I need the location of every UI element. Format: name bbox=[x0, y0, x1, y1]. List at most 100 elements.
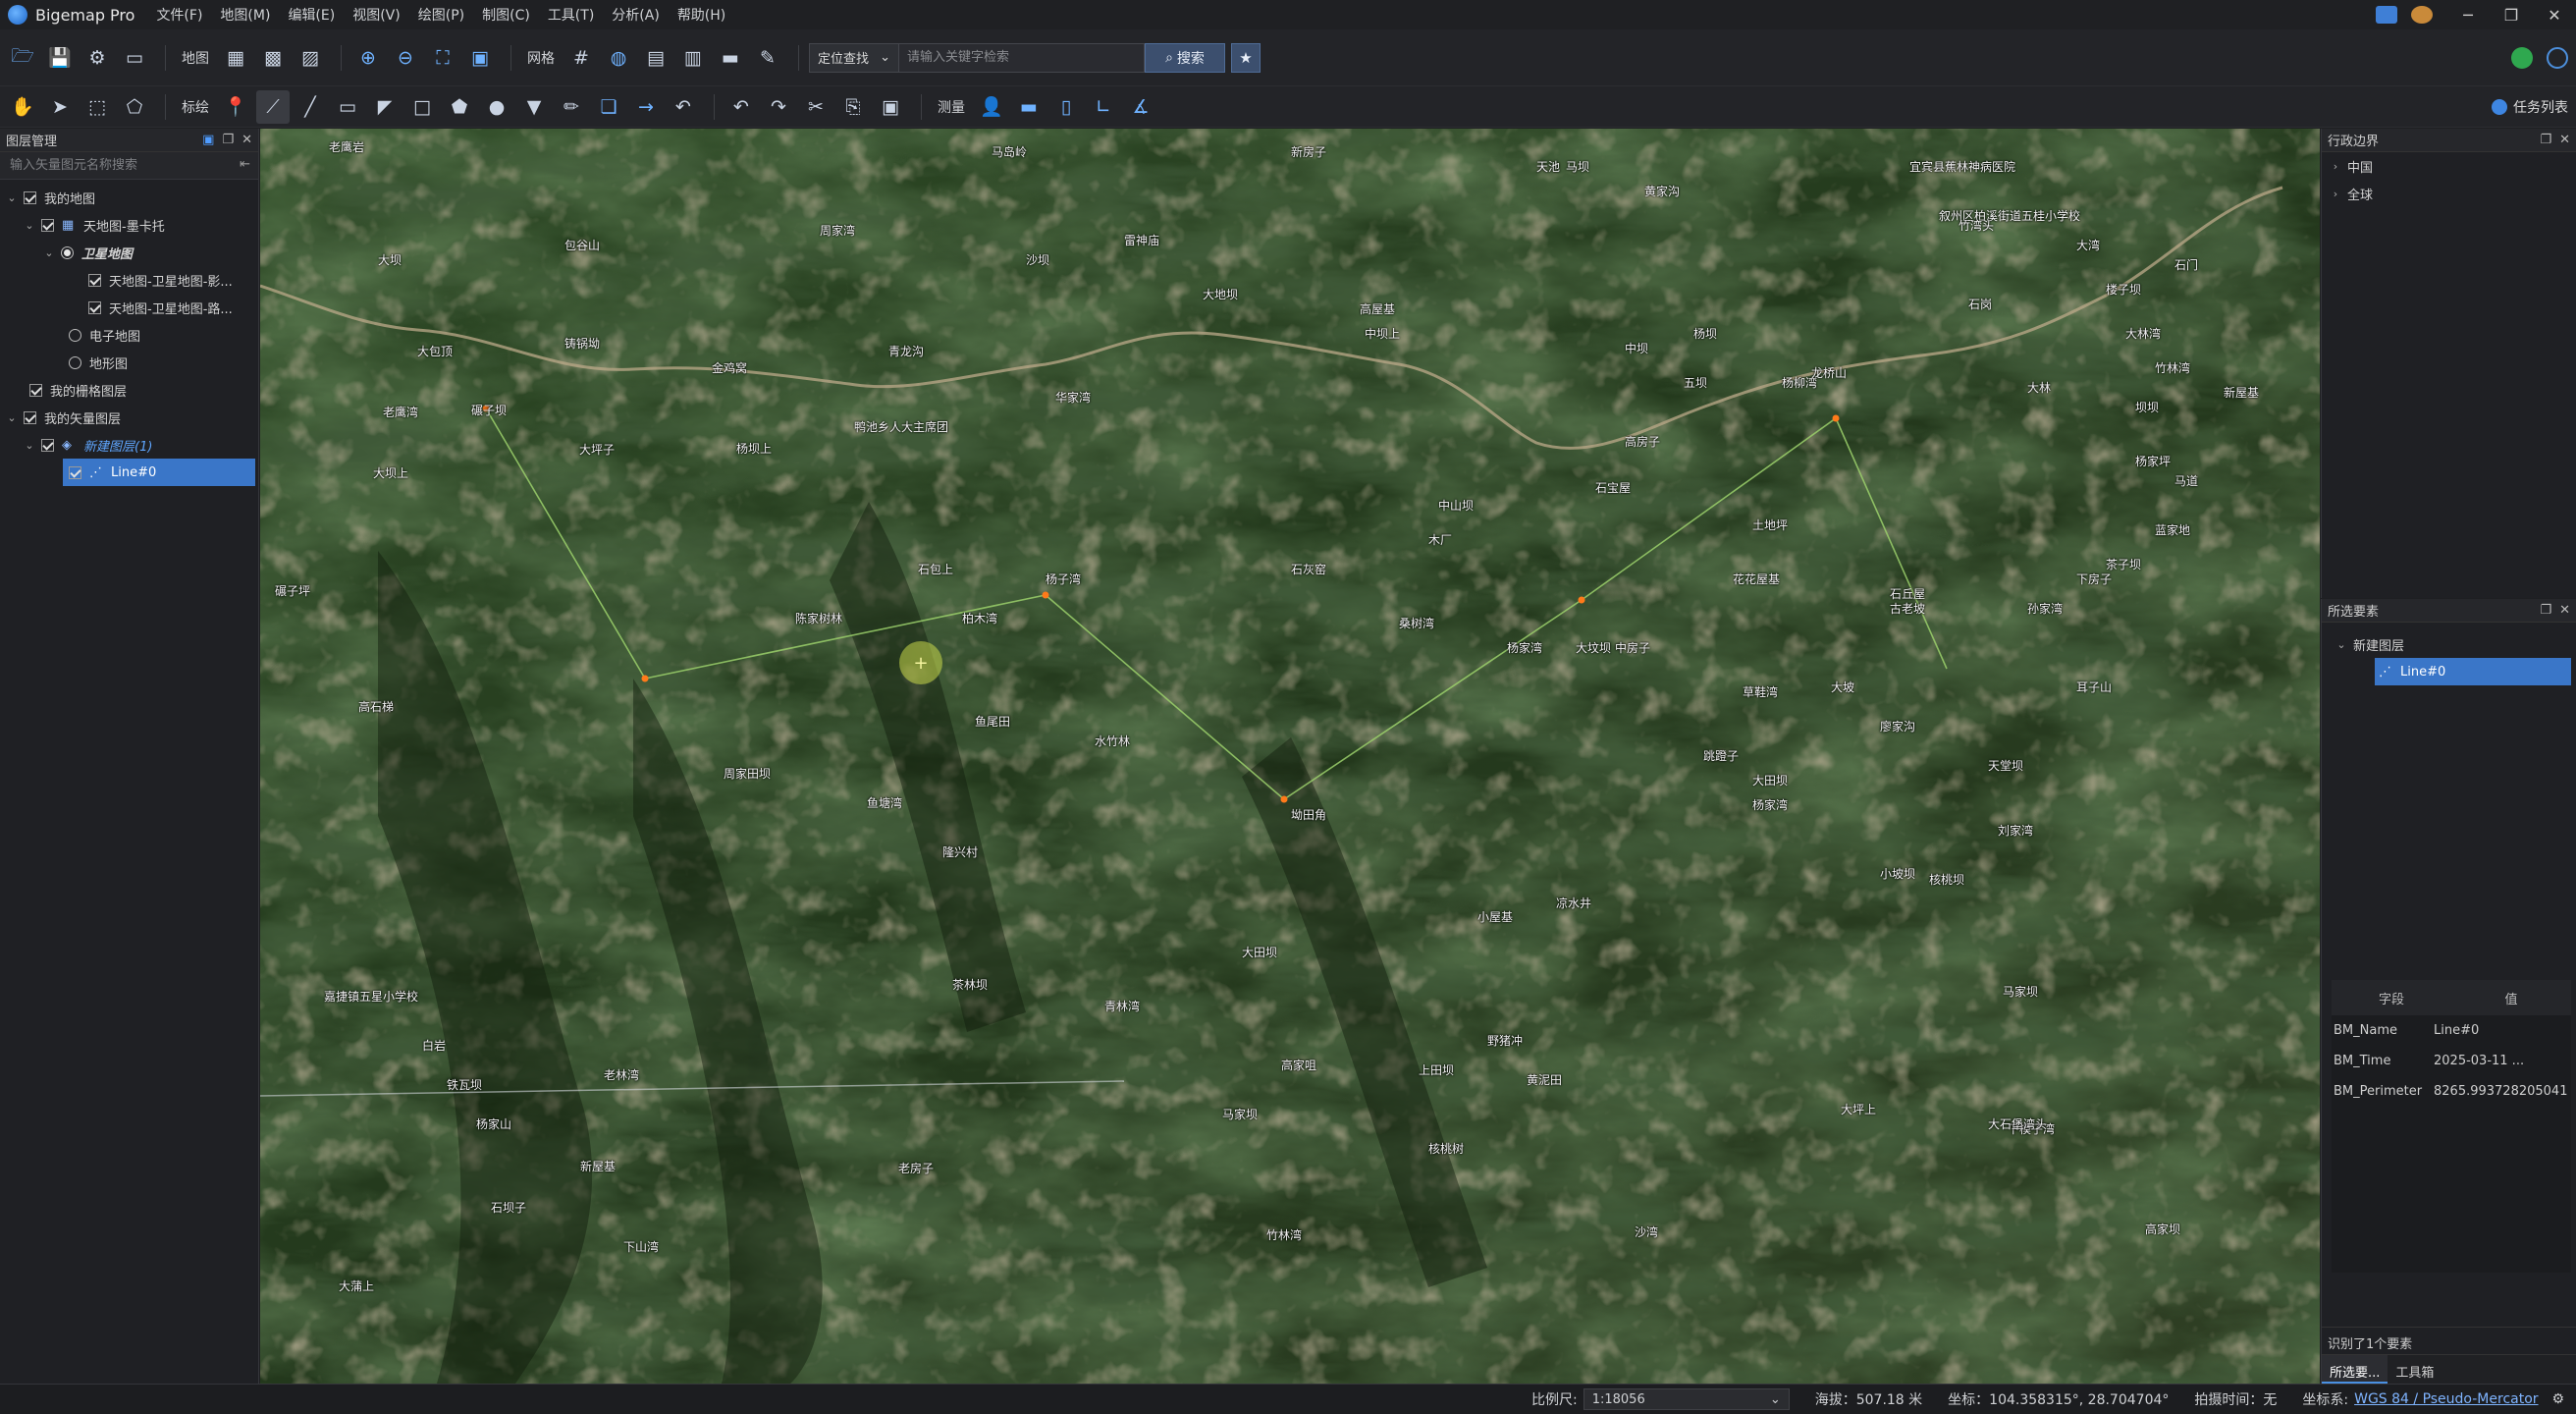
radio-button[interactable] bbox=[69, 355, 81, 369]
menu-map[interactable]: 地图(M) bbox=[220, 5, 270, 25]
selected-feature-row[interactable]: ⋰ Line#0 bbox=[2375, 658, 2571, 685]
layer-search-input[interactable] bbox=[0, 152, 258, 180]
box-select-icon[interactable]: ⬚ bbox=[80, 90, 114, 124]
chevron-down-icon[interactable]: ⌄ bbox=[24, 219, 35, 232]
float-panel-icon[interactable]: ❐ bbox=[2540, 603, 2551, 618]
chevron-down-icon[interactable]: ⌄ bbox=[6, 411, 18, 424]
map-source-3-icon[interactable]: ▨ bbox=[294, 41, 327, 75]
draw-polyline-icon[interactable]: ╱ bbox=[294, 90, 327, 124]
collapse-panel-icon[interactable]: ⇤ bbox=[240, 157, 250, 172]
draw-square-icon[interactable]: □ bbox=[405, 90, 439, 124]
checkbox[interactable] bbox=[24, 410, 36, 424]
scale-select[interactable]: 1:18056 ⌄ bbox=[1583, 1388, 1790, 1410]
measure-angle-icon[interactable]: ∟ bbox=[1087, 90, 1120, 124]
support-icon[interactable] bbox=[2547, 46, 2568, 69]
chevron-right-icon[interactable]: › bbox=[2330, 160, 2341, 173]
grid-icon[interactable]: # bbox=[564, 41, 598, 75]
tree-electronic-map[interactable]: 电子地图 bbox=[0, 321, 258, 349]
tree-tianditu-mercator[interactable]: ⌄ ▦ 天地图-墨卡托 bbox=[0, 211, 258, 239]
chevron-right-icon[interactable]: › bbox=[2330, 188, 2341, 200]
maximize-icon[interactable]: ❐ bbox=[2490, 6, 2533, 25]
task-list-button[interactable]: 任务列表 bbox=[2492, 97, 2568, 117]
tree-line-0[interactable]: ⋰ Line#0 bbox=[63, 459, 255, 486]
tree-satellite-roads[interactable]: 天地图-卫星地图-路... bbox=[0, 294, 258, 321]
draw-line-icon[interactable]: ⟋ bbox=[256, 89, 290, 124]
polygon-select-icon[interactable]: ⬠ bbox=[118, 90, 151, 124]
locate-mode-select[interactable]: 定位查找 ⌄ bbox=[809, 42, 899, 73]
tree-terrain-map[interactable]: 地形图 bbox=[0, 349, 258, 376]
save-icon[interactable]: 💾 bbox=[43, 41, 77, 75]
draw-rectangle-icon[interactable]: ▭ bbox=[331, 90, 364, 124]
close-panel-icon[interactable]: ✕ bbox=[242, 133, 252, 147]
cut-scissors-icon[interactable]: ✂ bbox=[799, 90, 832, 124]
boundary-item-global[interactable]: › 全球 bbox=[2322, 180, 2576, 207]
pan-hand-icon[interactable]: ✋ bbox=[6, 90, 39, 124]
folder-icon[interactable]: ▬ bbox=[714, 41, 747, 75]
table-row[interactable]: BM_Time 2025-03-11 ... bbox=[2332, 1046, 2571, 1076]
undo-icon[interactable]: ↶ bbox=[724, 90, 758, 124]
table-row[interactable]: BM_Perimeter 8265.993728205041 bbox=[2332, 1076, 2571, 1107]
checkbox[interactable] bbox=[29, 383, 42, 397]
chevron-down-icon[interactable]: ⌄ bbox=[2335, 638, 2347, 651]
map-source-1-icon[interactable]: ▦ bbox=[219, 41, 252, 75]
selected-layer-row[interactable]: ⌄ 新建图层 bbox=[2322, 630, 2576, 658]
draw-triangle-icon[interactable]: ▼ bbox=[517, 90, 551, 124]
zoom-in-icon[interactable]: ⊕ bbox=[351, 41, 385, 75]
crs-link[interactable]: WGS 84 / Pseudo-Mercator bbox=[2354, 1391, 2538, 1407]
copy-icon[interactable]: ⎘ bbox=[836, 90, 870, 124]
settings-gear-icon[interactable]: ⚙ bbox=[80, 41, 114, 75]
zoom-out-icon[interactable]: ⊖ bbox=[389, 41, 422, 75]
tab-toolbox[interactable]: 工具箱 bbox=[2388, 1355, 2442, 1384]
menu-cartography[interactable]: 制图(C) bbox=[482, 5, 530, 25]
settings-gear-icon[interactable]: ⚙ bbox=[2552, 1391, 2565, 1407]
menu-view[interactable]: 视图(V) bbox=[352, 5, 401, 25]
float-panel-icon[interactable]: ❐ bbox=[222, 133, 234, 147]
screen-icon[interactable]: ▭ bbox=[118, 41, 151, 75]
draw-text-icon[interactable]: ✏ bbox=[555, 90, 588, 124]
chevron-down-icon[interactable]: ⌄ bbox=[43, 246, 55, 259]
draw-circle-icon[interactable]: ● bbox=[480, 90, 513, 124]
menu-help[interactable]: 帮助(H) bbox=[677, 5, 725, 25]
tree-new-layer[interactable]: ⌄ ◈ 新建图层(1) bbox=[0, 431, 258, 459]
brush-icon[interactable]: ✎ bbox=[751, 41, 784, 75]
close-panel-icon[interactable]: ✕ bbox=[2559, 603, 2570, 618]
boundary-item-china[interactable]: › 中国 bbox=[2322, 152, 2576, 180]
menu-file[interactable]: 文件(F) bbox=[156, 5, 202, 25]
layer-search-icon[interactable]: ▣ bbox=[202, 133, 214, 147]
zoom-extent-icon[interactable]: ⛶ bbox=[426, 41, 459, 75]
layers-icon[interactable]: ❏ bbox=[592, 90, 625, 124]
search-button[interactable]: ⌕ 搜索 bbox=[1145, 42, 1225, 73]
open-folder-icon[interactable]: 🗁 bbox=[6, 41, 39, 75]
checkbox[interactable] bbox=[88, 300, 101, 314]
radio-button[interactable] bbox=[61, 245, 74, 259]
paste-icon[interactable]: ▣ bbox=[874, 90, 907, 124]
tree-my-map[interactable]: ⌄ 我的地图 bbox=[0, 184, 258, 211]
measure-point-icon[interactable]: 👤 bbox=[975, 90, 1008, 124]
tab-selected-features[interactable]: 所选要... bbox=[2322, 1355, 2388, 1384]
measure-distance-icon[interactable]: ▬ bbox=[1012, 90, 1046, 124]
full-extent-icon[interactable]: ▣ bbox=[463, 41, 497, 75]
arrow-right-icon[interactable]: → bbox=[629, 90, 663, 124]
select-arrow-icon[interactable]: ➤ bbox=[43, 90, 77, 124]
close-panel-icon[interactable]: ✕ bbox=[2559, 133, 2570, 147]
grid-tiles-icon[interactable]: ▤ bbox=[639, 41, 672, 75]
tree-satellite-imagery[interactable]: 天地图-卫星地图-影... bbox=[0, 266, 258, 294]
menu-draw[interactable]: 绘图(P) bbox=[418, 5, 464, 25]
curve-icon[interactable]: ↶ bbox=[667, 90, 700, 124]
draw-freehand-icon[interactable]: ◤ bbox=[368, 90, 402, 124]
wechat-icon[interactable] bbox=[2511, 46, 2533, 69]
checkbox[interactable] bbox=[88, 273, 101, 287]
tree-my-vector-layers[interactable]: ⌄ 我的矢量图层 bbox=[0, 404, 258, 431]
close-window-icon[interactable]: ✕ bbox=[2533, 6, 2576, 25]
tree-satellite-map[interactable]: ⌄ 卫星地图 bbox=[0, 239, 258, 266]
checkbox[interactable] bbox=[69, 465, 81, 479]
map-source-2-icon[interactable]: ▩ bbox=[256, 41, 290, 75]
menu-tools[interactable]: 工具(T) bbox=[548, 5, 594, 25]
menu-analysis[interactable]: 分析(A) bbox=[612, 5, 660, 25]
chevron-down-icon[interactable]: ⌄ bbox=[24, 439, 35, 452]
redo-icon[interactable]: ↷ bbox=[762, 90, 795, 124]
float-panel-icon[interactable]: ❐ bbox=[2540, 133, 2551, 147]
table-row[interactable]: BM_Name Line#0 bbox=[2332, 1015, 2571, 1046]
draw-pentagon-icon[interactable]: ⬟ bbox=[443, 90, 476, 124]
minimize-icon[interactable]: ─ bbox=[2446, 6, 2490, 25]
